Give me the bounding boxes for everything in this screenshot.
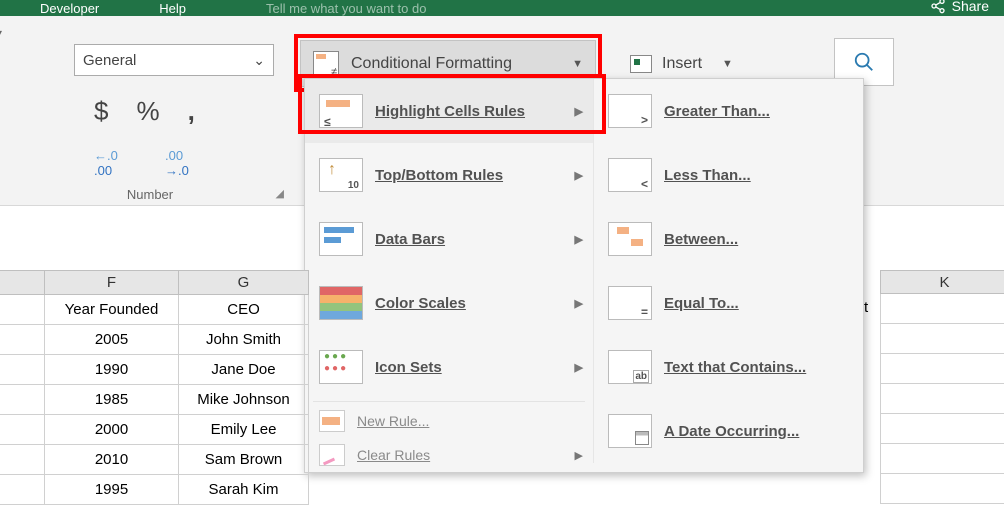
- insert-cells-icon: [630, 55, 652, 73]
- share-button[interactable]: Share: [930, 0, 989, 14]
- chevron-down-icon[interactable]: ▾: [0, 26, 2, 40]
- text-contains-icon: [608, 350, 652, 384]
- search-icon: [853, 51, 875, 73]
- menu-highlight-cells-rules[interactable]: Highlight Cells Rules▶: [305, 79, 593, 143]
- decrease-decimal-button[interactable]: .00→.0: [165, 148, 189, 178]
- menu-top-bottom-rules[interactable]: Top/Bottom Rules▶: [305, 143, 593, 207]
- number-group: ▾ General⌄ ▾ $%, ←.0.00 .00→.0 Number ◢: [10, 16, 290, 206]
- menu-color-scales[interactable]: Color Scales▶: [305, 271, 593, 335]
- col-header[interactable]: G: [179, 271, 309, 295]
- top-bottom-icon: [319, 158, 363, 192]
- submenu-arrow-icon: ▶: [575, 169, 583, 182]
- increase-decimal-button[interactable]: ←.0.00: [94, 148, 118, 178]
- less-than-icon: [608, 158, 652, 192]
- spreadsheet[interactable]: E F G tersYear FoundedCEO isco2005John S…: [0, 270, 309, 505]
- group-label: Number: [10, 187, 290, 202]
- date-occurring-icon: [608, 414, 652, 448]
- menu-data-bars[interactable]: Data Bars▶: [305, 207, 593, 271]
- tab-developer[interactable]: Developer: [40, 1, 99, 16]
- submenu-arrow-icon: ▶: [575, 297, 583, 310]
- highlight-cells-icon: [319, 94, 363, 128]
- number-format-combo[interactable]: General⌄: [74, 44, 274, 76]
- submenu-arrow-icon: ▶: [575, 233, 583, 246]
- menu-text-contains[interactable]: Text that Contains...: [594, 335, 863, 399]
- col-header[interactable]: K: [880, 270, 1004, 294]
- data-bars-icon: [319, 222, 363, 256]
- submenu-arrow-icon: ▶: [575, 105, 583, 118]
- menu-clear-rules[interactable]: Clear Rules▶: [305, 438, 593, 472]
- col-header[interactable]: E: [0, 271, 45, 295]
- menu-equal-to[interactable]: Equal To...: [594, 271, 863, 335]
- greater-than-icon: [608, 94, 652, 128]
- chevron-down-icon: ▼: [572, 58, 583, 70]
- equal-to-icon: [608, 286, 652, 320]
- menu-date-occurring[interactable]: A Date Occurring...: [594, 399, 863, 463]
- number-symbols[interactable]: $%,: [94, 96, 223, 127]
- chevron-down-icon: ▼: [722, 58, 733, 70]
- conditional-formatting-menu: Highlight Cells Rules▶ Top/Bottom Rules▶…: [304, 78, 864, 473]
- between-icon: [608, 222, 652, 256]
- dialog-launcher-icon[interactable]: ◢: [276, 187, 284, 200]
- chevron-down-icon: ⌄: [253, 52, 265, 69]
- color-scales-icon: [319, 286, 363, 320]
- submenu-arrow-icon: ▶: [575, 449, 583, 462]
- menu-icon-sets[interactable]: Icon Sets▶: [305, 335, 593, 399]
- clear-rules-icon: [319, 444, 345, 466]
- grid-cells[interactable]: [880, 294, 1004, 504]
- menu-new-rule[interactable]: New Rule...: [305, 404, 593, 438]
- tab-help[interactable]: Help: [159, 1, 186, 16]
- conditional-formatting-icon: [313, 51, 339, 77]
- title-bar: Developer Help Tell me what you want to …: [0, 0, 1004, 16]
- col-header[interactable]: F: [45, 271, 179, 295]
- cell-value: t: [864, 299, 868, 316]
- icon-sets-icon: [319, 350, 363, 384]
- new-rule-icon: [319, 410, 345, 432]
- submenu-arrow-icon: ▶: [575, 361, 583, 374]
- menu-between[interactable]: Between...: [594, 207, 863, 271]
- tell-me-prompt[interactable]: Tell me what you want to do: [266, 1, 426, 16]
- menu-greater-than[interactable]: Greater Than...: [594, 79, 863, 143]
- menu-less-than[interactable]: Less Than...: [594, 143, 863, 207]
